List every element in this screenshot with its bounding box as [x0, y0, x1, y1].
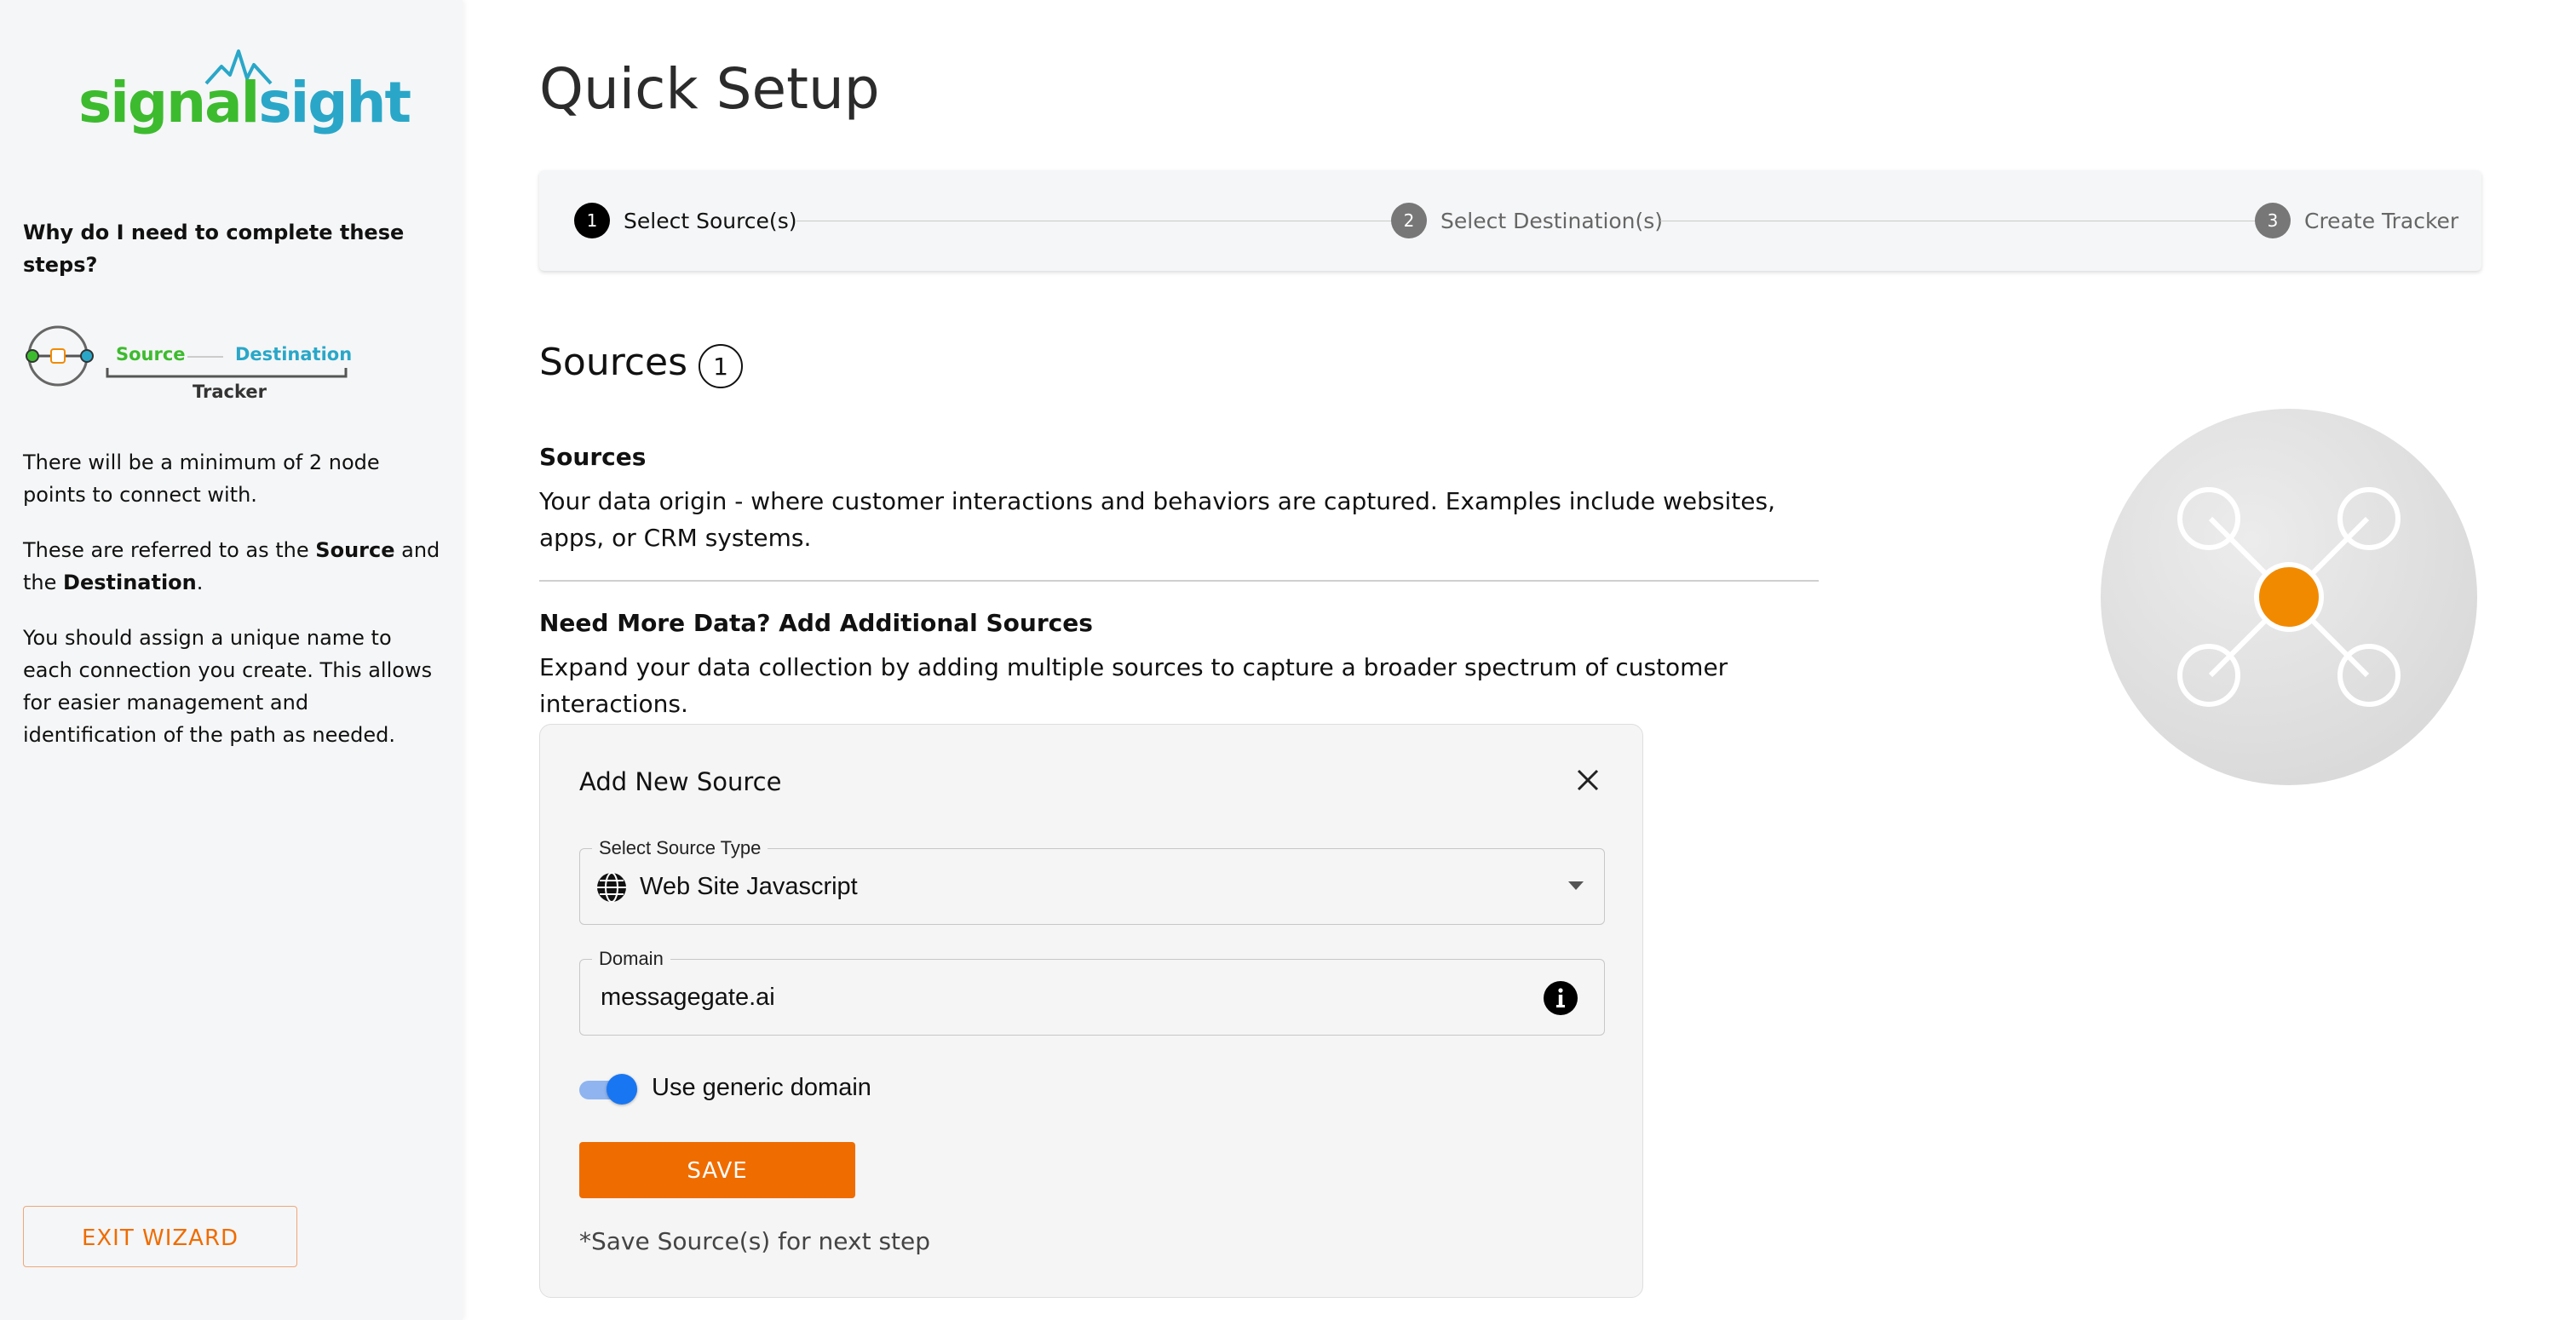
save-button[interactable]: SAVE — [579, 1142, 855, 1198]
step-number: 3 — [2255, 203, 2291, 238]
info-icon[interactable] — [1544, 981, 1578, 1015]
source-type-select[interactable]: Select Source Type Web Site Javascript — [579, 837, 1605, 925]
logo-part-sight: sight — [258, 70, 411, 135]
sources-count-badge: 1 — [699, 344, 743, 388]
diagram-tracker-label: Tracker — [193, 382, 267, 402]
add-source-card: Add New Source Select Source Type Web Si… — [539, 724, 1643, 1298]
roles-source-term: Source — [315, 538, 395, 562]
step-number: 1 — [574, 203, 610, 238]
roles-text: . — [196, 571, 204, 594]
sidebar-paragraph-naming: You should assign a unique name to each … — [23, 626, 433, 747]
close-icon[interactable] — [1573, 766, 1602, 795]
step-select-sources[interactable]: 1 Select Source(s) — [574, 201, 796, 240]
roles-text: These are referred to as the — [23, 538, 316, 562]
step-select-destinations[interactable]: 2 Select Destination(s) — [1391, 201, 1663, 240]
sources-title: Sources — [539, 341, 688, 384]
logo-wordmark: signalsight — [78, 70, 411, 135]
page-title: Quick Setup — [539, 56, 880, 122]
domain-field[interactable]: Domain messagegate.ai — [579, 948, 1605, 1036]
save-note: *Save Source(s) for next step — [579, 1227, 931, 1255]
step-label: Select Source(s) — [624, 208, 797, 233]
sources-section-heading: Sources — [539, 443, 647, 471]
wizard-stepper: 1 Select Source(s) 2 Select Destination(… — [539, 170, 2481, 271]
section-divider — [539, 580, 1819, 582]
chevron-down-icon[interactable] — [1568, 881, 1584, 890]
step-label: Select Destination(s) — [1440, 208, 1664, 233]
step-number: 2 — [1391, 203, 1427, 238]
sidebar-paragraph-roles: These are referred to as the Source and … — [23, 534, 440, 599]
source-type-value: Web Site Javascript — [640, 873, 858, 900]
add-source-title: Add New Source — [579, 767, 782, 796]
roles-destination-term: Destination — [63, 571, 197, 594]
generic-domain-toggle[interactable] — [579, 1072, 641, 1106]
source-destination-diagram: Source Destination Tracker — [22, 325, 363, 410]
logo-part-signal: signal — [78, 70, 260, 135]
globe-icon — [597, 872, 626, 903]
toggle-knob — [607, 1074, 637, 1105]
domain-label: Domain — [592, 948, 670, 970]
diagram-source-label: Source — [116, 344, 186, 364]
domain-value: messagegate.ai — [601, 984, 775, 1011]
step-create-tracker[interactable]: 3 Create Tracker — [2255, 201, 2458, 240]
sidebar-paragraph-nodes: There will be a minimum of 2 node points… — [23, 451, 380, 507]
diagram-destination-label: Destination — [235, 344, 353, 364]
step-label: Create Tracker — [2304, 208, 2459, 233]
exit-wizard-button[interactable]: EXIT WIZARD — [23, 1206, 297, 1267]
sources-section-text: Your data origin - where customer intera… — [539, 487, 1775, 552]
source-type-label: Select Source Type — [592, 837, 768, 859]
additional-sources-text: Expand your data collection by adding mu… — [539, 653, 1728, 718]
signalsight-logo: signalsight — [78, 34, 411, 136]
additional-sources-heading: Need More Data? Add Additional Sources — [539, 609, 1093, 637]
network-nodes-illustration — [2101, 409, 2477, 785]
generic-domain-label: Use generic domain — [652, 1074, 871, 1101]
sidebar: signalsight Why do I need to complete th… — [0, 0, 463, 1320]
sidebar-heading: Why do I need to complete these steps? — [23, 221, 405, 277]
